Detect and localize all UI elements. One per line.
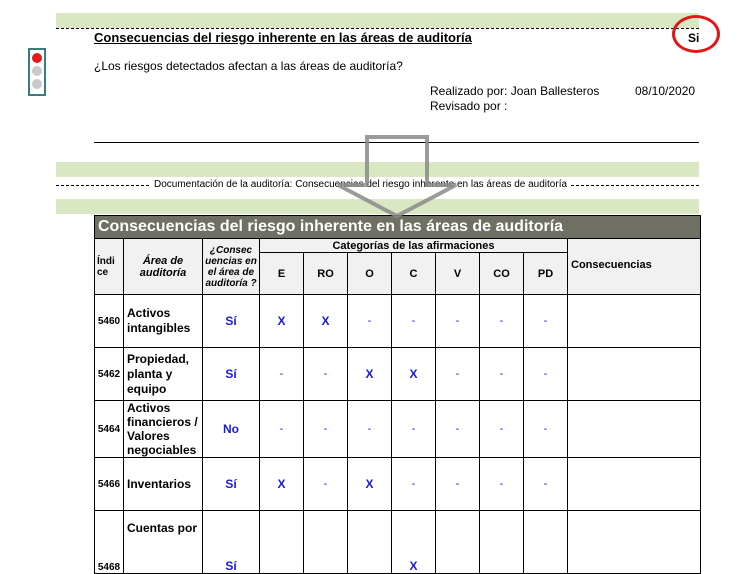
cell[interactable]: - <box>479 294 524 348</box>
row-answer[interactable]: No <box>202 400 260 458</box>
row-index: 5468 <box>94 510 124 574</box>
table-row: 5468 Cuentas por Sí X <box>94 510 702 574</box>
row-index: 5462 <box>94 347 124 401</box>
cell[interactable]: - <box>479 347 524 401</box>
top-green-band <box>56 13 699 28</box>
cell[interactable]: - <box>479 457 524 511</box>
cell[interactable]: - <box>303 347 348 401</box>
row-index: 5466 <box>94 457 124 511</box>
row-area: Propiedad, planta y equipo <box>123 347 203 401</box>
consequences-cell[interactable] <box>566 457 702 511</box>
row-area: Inventarios <box>123 457 203 511</box>
highlight-circle <box>672 15 720 53</box>
col-consequences-header: Consecuencias <box>566 238 702 295</box>
row-answer[interactable]: Sí <box>202 457 260 511</box>
documentation-label: Documentación de la auditoría: Consecuen… <box>150 179 572 190</box>
table-row: 5460 Activos intangibles Sí X X - - - - … <box>94 294 702 348</box>
cell[interactable]: X <box>259 457 304 511</box>
row-answer[interactable]: Sí <box>202 510 260 574</box>
cell[interactable]: - <box>303 400 348 458</box>
table-title: Consecuencias del riesgo inherente en la… <box>93 215 702 239</box>
divider <box>94 142 699 143</box>
cell[interactable] <box>347 510 392 574</box>
cell[interactable]: X <box>303 294 348 348</box>
row-area: Activos intangibles <box>123 294 203 348</box>
date-value: 08/10/2020 <box>635 84 696 98</box>
cell[interactable]: - <box>435 400 480 458</box>
lower-green-band <box>56 199 699 214</box>
cell[interactable]: - <box>347 294 392 348</box>
cell[interactable]: X <box>347 347 392 401</box>
row-area: Activos financieros / Valores negociable… <box>123 400 203 458</box>
row-answer[interactable]: Sí <box>202 347 260 401</box>
traffic-light-icon <box>28 48 46 96</box>
reviewed-by: Revisado por : <box>430 99 508 113</box>
question-text: ¿Los riesgos detectados afectan a las ár… <box>94 59 403 73</box>
cell[interactable]: - <box>259 400 304 458</box>
performed-by: Realizado por: Joan Ballesteros <box>430 84 600 98</box>
table-row: 5462 Propiedad, planta y equipo Sí - - X… <box>94 347 702 401</box>
cell[interactable]: - <box>479 400 524 458</box>
cat-header: V <box>435 252 480 295</box>
cell[interactable]: - <box>523 294 568 348</box>
cell[interactable]: - <box>391 400 436 458</box>
table-row: 5466 Inventarios Sí X - X - - - - <box>94 457 702 511</box>
cell[interactable] <box>435 510 480 574</box>
cell[interactable]: X <box>259 294 304 348</box>
cat-header: C <box>391 252 436 295</box>
cell[interactable]: X <box>391 347 436 401</box>
cat-header: PD <box>523 252 568 295</box>
cell[interactable] <box>303 510 348 574</box>
cat-header: O <box>347 252 392 295</box>
row-area: Cuentas por <box>123 510 203 574</box>
consequences-cell[interactable] <box>566 294 702 348</box>
top-dotted-line <box>56 28 699 29</box>
row-index: 5464 <box>94 400 124 458</box>
cell[interactable]: - <box>303 457 348 511</box>
cell[interactable]: - <box>435 294 480 348</box>
cell[interactable] <box>259 510 304 574</box>
cell[interactable]: - <box>523 457 568 511</box>
cell[interactable] <box>523 510 568 574</box>
cat-header: RO <box>303 252 348 295</box>
cell[interactable]: - <box>435 457 480 511</box>
table-row: 5464 Activos financieros / Valores negoc… <box>94 400 702 458</box>
col-index-header: Índi ce <box>94 238 124 295</box>
categories-group-header: Categorías de las afirmaciones <box>259 238 568 253</box>
cell[interactable]: X <box>391 510 436 574</box>
col-area-header: Área de auditoría <box>123 238 203 295</box>
row-index: 5460 <box>94 294 124 348</box>
row-answer[interactable]: Sí <box>202 294 260 348</box>
cat-header: E <box>259 252 304 295</box>
cat-header: CO <box>479 252 524 295</box>
cell[interactable]: X <box>347 457 392 511</box>
mid-green-band <box>56 162 699 177</box>
page-title: Consecuencias del riesgo inherente en la… <box>94 30 472 45</box>
cell[interactable]: - <box>523 400 568 458</box>
cell[interactable] <box>479 510 524 574</box>
consequences-cell[interactable] <box>566 510 702 574</box>
consequences-table: Consecuencias del riesgo inherente en la… <box>93 215 702 574</box>
cell[interactable]: - <box>523 347 568 401</box>
cell[interactable]: - <box>391 457 436 511</box>
cell[interactable]: - <box>259 347 304 401</box>
cell[interactable]: - <box>347 400 392 458</box>
consequences-cell[interactable] <box>566 400 702 458</box>
consequences-cell[interactable] <box>566 347 702 401</box>
cell[interactable]: - <box>391 294 436 348</box>
cell[interactable]: - <box>435 347 480 401</box>
col-consequence-question-header: ¿Consec uencias en el área de auditoría … <box>202 238 260 295</box>
